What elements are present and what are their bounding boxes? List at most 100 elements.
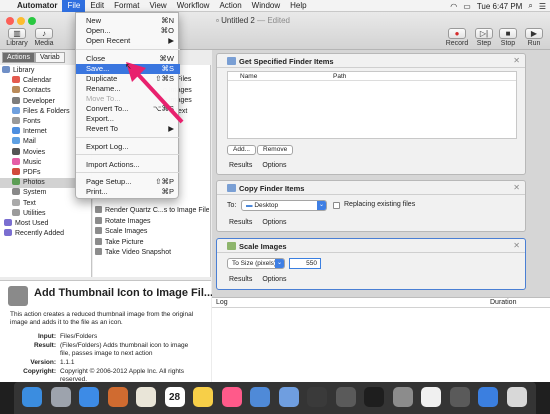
utilities-icon	[12, 208, 20, 216]
card-footer: Results Options	[229, 162, 296, 169]
close-icon[interactable]: ✕	[513, 56, 520, 65]
library-item-most-used[interactable]: Most Used	[0, 219, 92, 229]
dock-folder-icon[interactable]	[478, 387, 498, 407]
library-item-label: Internet	[23, 128, 47, 136]
menu-window[interactable]: Window	[247, 0, 285, 12]
step-button[interactable]: ▷| Step	[471, 28, 497, 47]
action-icon	[95, 237, 102, 245]
add-button[interactable]: Add...	[227, 145, 256, 155]
menu-item-open[interactable]: Open... ⌘O	[76, 26, 180, 36]
edited-indicator: — Edited	[257, 16, 290, 25]
library-button[interactable]: ▥ Library	[4, 28, 30, 47]
minimize-window-button[interactable]	[17, 17, 25, 25]
size-field[interactable]: 550	[289, 258, 321, 269]
media-button[interactable]: ♪ Media	[31, 28, 57, 47]
results-toggle[interactable]: Results	[229, 162, 252, 169]
column-path[interactable]: Path	[333, 73, 346, 80]
options-toggle[interactable]: Options	[262, 162, 286, 169]
library-item-recently-added[interactable]: Recently Added	[0, 229, 92, 239]
menu-item-open-recent[interactable]: Open Recent ▶	[76, 36, 180, 46]
workflow-scrollbar[interactable]	[534, 52, 539, 292]
remove-button[interactable]: Remove	[257, 145, 294, 155]
action-description: Add Thumbnail Icon to Image Fil... This …	[0, 280, 214, 383]
action-item[interactable]: Take Video Snapshot	[95, 248, 209, 258]
close-window-button[interactable]	[6, 17, 14, 25]
battery-icon[interactable]: ▭	[463, 2, 471, 11]
action-card-copy-finder-items[interactable]: Copy Finder Items ✕ To: ▬ Desktop ⌄ Repl…	[216, 180, 526, 232]
menu-item-page-setup[interactable]: Page Setup... ⇧⌘P	[76, 177, 180, 187]
menu-app-name[interactable]: Automator	[12, 0, 62, 12]
chevron-down-icon: ⌄	[317, 201, 326, 210]
menu-item-new[interactable]: New ⌘N	[76, 16, 180, 26]
menu-edit[interactable]: Edit	[85, 0, 109, 12]
action-item[interactable]: Scale Images	[95, 227, 209, 237]
menu-workflow[interactable]: Workflow	[172, 0, 215, 12]
library-item-label: PDFs	[23, 169, 41, 176]
most-used-icon	[4, 219, 12, 226]
menu-format[interactable]: Format	[109, 0, 144, 12]
dock-notes-icon[interactable]	[193, 387, 213, 407]
result-value: (Files/Folders) Adds thumbnail icon to i…	[60, 342, 189, 357]
dock-terminal-icon[interactable]	[335, 387, 356, 407]
options-toggle[interactable]: Options	[262, 219, 286, 226]
menu-item-export-log[interactable]: Export Log...	[76, 142, 180, 152]
library-item-text[interactable]: Text	[0, 198, 92, 209]
dock-preferences-icon[interactable]	[278, 387, 299, 407]
menu-view[interactable]: View	[144, 0, 171, 12]
dock-script-icon[interactable]	[449, 387, 470, 407]
options-toggle[interactable]: Options	[262, 276, 286, 283]
dock-utility-icon[interactable]	[392, 387, 413, 407]
dock-document-icon[interactable]	[421, 387, 441, 407]
action-item[interactable]: Take Picture	[95, 237, 209, 248]
dock-finder-icon[interactable]	[22, 387, 42, 407]
duration-column[interactable]: Duration	[490, 299, 516, 306]
dock-chrome-icon[interactable]	[107, 387, 128, 407]
menu-help[interactable]: Help	[285, 0, 311, 12]
dock-itunes-icon[interactable]	[221, 387, 242, 407]
library-item-utilities[interactable]: Utilities	[0, 208, 92, 219]
run-button[interactable]: ▶ Run	[521, 28, 547, 47]
destination-popup[interactable]: ▬ Desktop ⌄	[241, 200, 327, 211]
description-title: Add Thumbnail Icon to Image Fil...	[34, 287, 214, 299]
dock-app-store-icon[interactable]	[250, 387, 270, 407]
close-icon[interactable]: ✕	[513, 241, 520, 250]
menu-action[interactable]: Action	[214, 0, 246, 12]
action-item[interactable]: Rotate Images	[95, 216, 209, 227]
library-item-label: Music	[23, 158, 42, 166]
search-icon[interactable]: ⌕	[528, 1, 532, 11]
action-item[interactable]: Render Quartz C...s to Image Files	[95, 206, 209, 216]
record-button[interactable]: ● Record	[444, 28, 470, 47]
log-column[interactable]: Log	[216, 299, 228, 306]
wifi-icon[interactable]: ◠	[450, 2, 457, 11]
stop-button[interactable]: ■ Stop	[495, 28, 521, 47]
dock-mail-icon[interactable]	[136, 387, 156, 407]
menu-clock[interactable]: Tue 6:47 PM	[477, 2, 523, 11]
dock-safari-icon[interactable]	[79, 387, 99, 407]
library-item-label: Movies	[23, 148, 46, 156]
menu-item-print[interactable]: Print... ⌘P	[76, 187, 180, 197]
dock-calendar-icon[interactable]: 28	[164, 387, 185, 407]
results-toggle[interactable]: Results	[229, 276, 252, 283]
replace-checkbox[interactable]	[333, 202, 340, 209]
items-table[interactable]: Name Path	[227, 71, 517, 139]
list-icon[interactable]: ☰	[539, 2, 546, 11]
action-card-scale-images[interactable]: Scale Images ✕ To Size (pixels) ⌄ 550 Re…	[216, 238, 526, 290]
menu-item-import-actions[interactable]: Import Actions...	[76, 160, 180, 170]
action-card-get-finder-items[interactable]: Get Specified Finder Items ✕ Name Path A…	[216, 53, 526, 175]
dock-trash-icon[interactable]	[506, 387, 527, 407]
zoom-window-button[interactable]	[28, 17, 36, 25]
close-icon[interactable]: ✕	[513, 183, 520, 192]
tab-actions[interactable]: Actions	[2, 52, 35, 63]
results-toggle[interactable]: Results	[229, 219, 252, 226]
scale-mode-popup[interactable]: To Size (pixels) ⌄	[227, 258, 285, 269]
column-name[interactable]: Name	[240, 73, 257, 80]
menu-item-label: Page Setup...	[86, 177, 132, 186]
dock-automator-icon[interactable]	[307, 387, 327, 407]
menu-file[interactable]: File	[62, 0, 86, 12]
dock-launchpad-icon[interactable]	[50, 387, 71, 407]
window-title: ▫ Untitled 2 — Edited	[216, 16, 290, 25]
tab-variables[interactable]: Variab	[34, 52, 65, 63]
dock-photos-icon[interactable]	[364, 387, 384, 407]
library-label: Library	[6, 40, 28, 47]
description-text: This action creates a reduced thumbnail …	[10, 311, 194, 326]
